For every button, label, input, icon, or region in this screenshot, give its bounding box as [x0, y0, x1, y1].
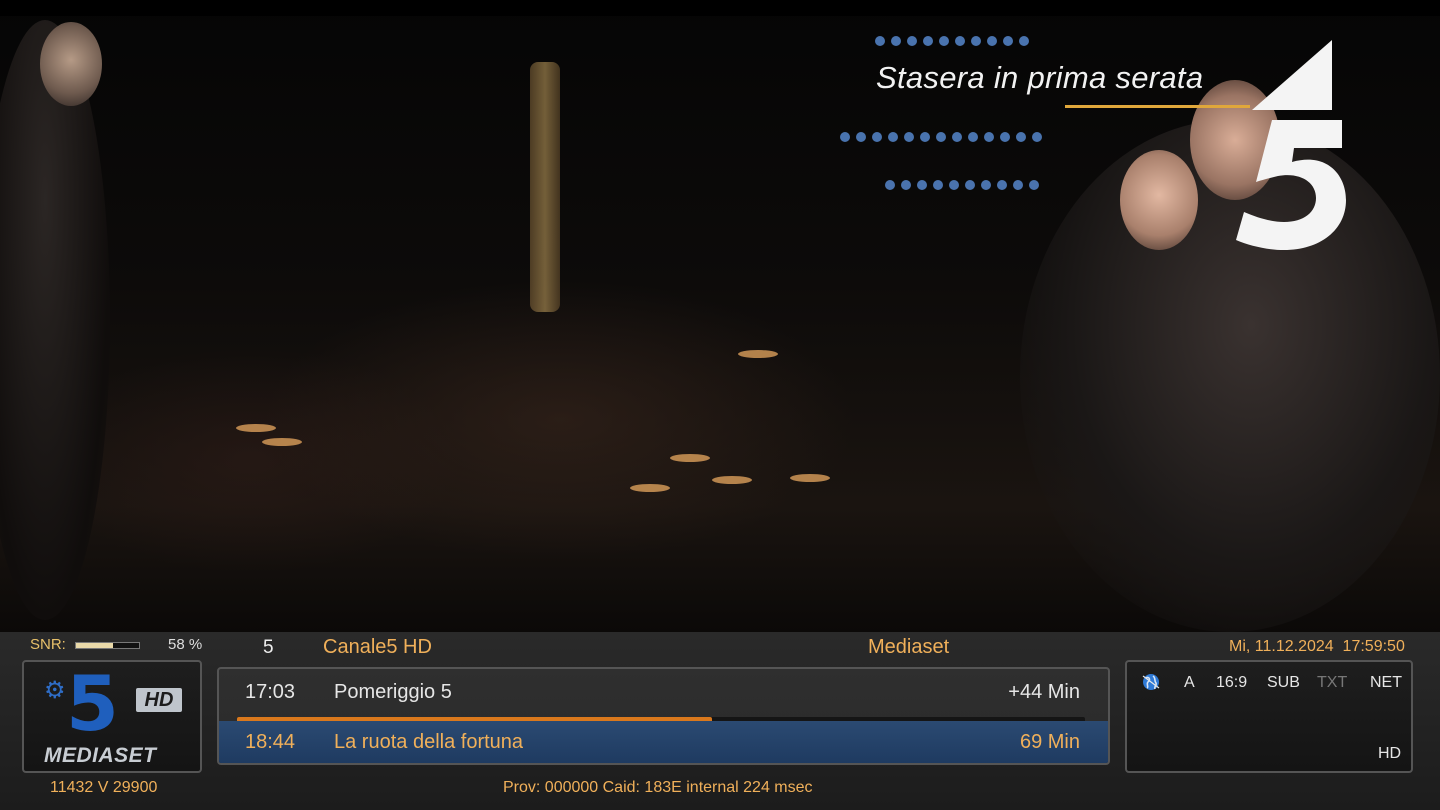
channel-logo-box: ⚙ 5 HD MEDIASET: [22, 660, 202, 773]
flag-resolution: HD: [1378, 745, 1402, 762]
channel-logo-brand: MEDIASET: [44, 744, 157, 767]
channel-logo-digit: 5: [66, 659, 119, 748]
stage-lights: [885, 180, 1039, 192]
current-datetime: Mi, 11.12.2024 17:59:50: [1229, 638, 1405, 655]
channel-number: 5: [263, 637, 274, 658]
snr-label: SNR:: [30, 636, 66, 653]
epg-now-remaining: +44 Min: [1008, 681, 1080, 703]
promo-underline: [1065, 105, 1250, 108]
promo-caption: Stasera in prima serata: [876, 60, 1204, 95]
flag-network: NET: [1370, 674, 1402, 691]
snr-bar-fill: [76, 643, 113, 648]
epg-now-row[interactable]: 17:03 Pomeriggio 5 +44 Min: [219, 671, 1108, 715]
channel-provider: Mediaset: [868, 636, 950, 658]
channel-logo-hd: HD: [136, 688, 182, 712]
gear-icon: ⚙: [44, 677, 66, 704]
video-frame: Stasera in prima serata: [0, 0, 1440, 632]
music-stand-light: [236, 424, 276, 432]
music-stand-light: [630, 484, 670, 492]
epg-next-title: La ruota della fortuna: [334, 731, 524, 753]
epg-now-time: 17:03: [245, 681, 296, 703]
flag-teletext: TXT: [1317, 674, 1348, 691]
conductor-figure: [0, 20, 110, 620]
music-stand-light: [790, 474, 830, 482]
epg-next-time: 18:44: [245, 731, 296, 753]
music-stand-light: [262, 438, 302, 446]
epg-next-duration: 69 Min: [1019, 731, 1080, 753]
globe-icon: [1142, 674, 1160, 690]
singer-face-left: [1120, 150, 1198, 250]
conductor-head: [40, 22, 102, 106]
stage-lights: [875, 36, 1029, 48]
epg-next-row[interactable]: 18:44 La ruota della fortuna 69 Min: [219, 721, 1108, 763]
ecm-info: Prov: 000000 Caid: 183E internal 224 mse…: [503, 779, 813, 796]
channel-name: Canale5 HD: [323, 636, 432, 658]
flag-subtitles: SUB: [1267, 674, 1300, 691]
canale5-watermark-logo: [1236, 40, 1346, 250]
snr-bar: [75, 642, 140, 649]
flag-audio: A: [1184, 674, 1195, 691]
letterbox-bar: [0, 0, 1440, 16]
music-stand-light: [738, 350, 778, 358]
music-stand-light: [712, 476, 752, 484]
music-stand-light: [670, 454, 710, 462]
transponder-frequency: 11432 V 29900: [50, 779, 158, 796]
epg-box: 17:03 Pomeriggio 5 +44 Min 18:44 La ruot…: [217, 667, 1110, 765]
stage-lights: [840, 132, 1042, 144]
stream-flags-box: A 16:9 SUB TXT NET HD: [1125, 660, 1413, 773]
epg-now-title: Pomeriggio 5: [334, 681, 452, 703]
harp-shape: [530, 62, 560, 312]
flag-aspect: 16:9: [1216, 674, 1248, 691]
snr-value: 58 %: [168, 636, 203, 653]
